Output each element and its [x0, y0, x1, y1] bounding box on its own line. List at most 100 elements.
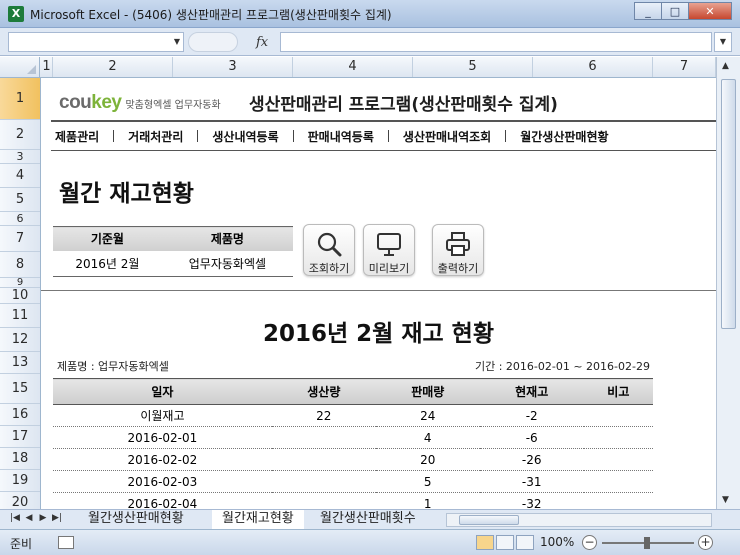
table-cell[interactable]: [583, 426, 653, 449]
row-header[interactable]: 11: [0, 304, 40, 328]
first-sheet-icon[interactable]: |◀: [8, 513, 22, 523]
column-header[interactable]: 1: [41, 57, 53, 77]
table-cell[interactable]: -32: [479, 492, 584, 509]
table-cell[interactable]: -2: [479, 404, 584, 427]
row-header[interactable]: 8: [0, 252, 40, 278]
row-header[interactable]: 2: [0, 120, 40, 150]
table-row: 2016-02-03 5 -31: [53, 470, 653, 493]
minimize-button[interactable]: _: [634, 2, 662, 20]
row-header[interactable]: 4: [0, 164, 40, 188]
scroll-down-icon[interactable]: ▼: [722, 495, 729, 505]
normal-view-button[interactable]: [476, 535, 494, 550]
search-button[interactable]: 조회하기: [303, 224, 355, 276]
row-header[interactable]: 18: [0, 448, 40, 470]
table-cell[interactable]: 2016-02-01: [53, 426, 272, 449]
row-header[interactable]: 9: [0, 277, 40, 288]
excel-app-icon[interactable]: X: [8, 6, 24, 22]
chevron-down-icon[interactable]: ▼: [174, 37, 180, 46]
preview-button[interactable]: 미리보기: [363, 224, 415, 276]
row-header[interactable]: 10: [0, 288, 40, 304]
insert-function-button[interactable]: fx: [256, 35, 268, 50]
column-header[interactable]: 3: [173, 57, 293, 77]
table-cell[interactable]: [271, 492, 376, 509]
row-header[interactable]: 13: [0, 352, 40, 374]
nav-item-clients[interactable]: 거래처관리: [124, 128, 187, 145]
scroll-up-icon[interactable]: ▲: [722, 61, 729, 71]
table-cell[interactable]: 2016-02-02: [53, 448, 272, 471]
column-header[interactable]: 6: [533, 57, 653, 77]
page-layout-view-button[interactable]: [496, 535, 514, 550]
table-cell[interactable]: [583, 492, 653, 509]
nav-item-production-entry[interactable]: 생산내역등록: [208, 128, 282, 145]
nav-item-products[interactable]: 제품관리: [51, 128, 103, 145]
sheet-tab-monthly-inventory[interactable]: 월간재고현황: [212, 510, 304, 529]
row-header[interactable]: 15: [0, 374, 40, 404]
macro-record-icon[interactable]: [58, 536, 74, 549]
table-cell[interactable]: -31: [479, 470, 584, 493]
table-cell[interactable]: [271, 470, 376, 493]
table-cell[interactable]: [583, 470, 653, 493]
zoom-out-button[interactable]: −: [582, 535, 597, 550]
table-cell[interactable]: 4: [375, 426, 480, 449]
table-cell[interactable]: [583, 404, 653, 427]
nav-item-history-search[interactable]: 생산판매내역조회: [399, 128, 495, 145]
row-header[interactable]: 3: [0, 150, 40, 164]
table-cell[interactable]: -26: [479, 448, 584, 471]
sheet-tab-monthly-counts[interactable]: 월간생산판매횟수: [310, 510, 440, 529]
table-cell[interactable]: 24: [375, 404, 480, 427]
page-break-view-button[interactable]: [516, 535, 534, 550]
table-cell[interactable]: -6: [479, 426, 584, 449]
table-cell[interactable]: [583, 448, 653, 471]
row-header[interactable]: 1: [0, 78, 40, 120]
vertical-scroll-thumb[interactable]: [721, 79, 736, 329]
close-button[interactable]: ✕: [688, 2, 732, 20]
zoom-level[interactable]: 100%: [540, 535, 574, 549]
zoom-slider-thumb[interactable]: [644, 537, 650, 549]
formula-input[interactable]: [280, 32, 712, 52]
formula-controls[interactable]: [188, 32, 238, 52]
table-cell[interactable]: 1: [375, 492, 480, 509]
column-header[interactable]: 5: [413, 57, 533, 77]
row-header[interactable]: 17: [0, 426, 40, 448]
zoom-slider[interactable]: [602, 537, 694, 549]
maximize-button[interactable]: □: [661, 2, 689, 20]
row-header[interactable]: 5: [0, 188, 40, 212]
prev-sheet-icon[interactable]: ◀: [22, 513, 36, 523]
column-header[interactable]: 2: [53, 57, 173, 77]
worksheet[interactable]: coukey 맞춤형엑셀 업무자동화 생산판매관리 프로그램(생산판매횟수 집계…: [41, 78, 716, 509]
name-box[interactable]: ▼: [8, 32, 184, 52]
row-header[interactable]: 6: [0, 212, 40, 226]
table-cell[interactable]: 이월재고: [53, 404, 272, 427]
report-product: 제품명 : 업무자동화엑셀: [57, 360, 169, 373]
table-row: 2016-02-04 1 -32: [53, 492, 653, 509]
next-sheet-icon[interactable]: ▶: [36, 513, 50, 523]
row-header[interactable]: 12: [0, 328, 40, 352]
table-cell[interactable]: 5: [375, 470, 480, 493]
row-header[interactable]: 7: [0, 226, 40, 252]
vertical-scrollbar[interactable]: ▲ ▼: [716, 57, 740, 509]
column-header[interactable]: 7: [653, 57, 716, 77]
horizontal-scrollbar[interactable]: [446, 513, 712, 527]
sheet-tab-monthly-production-sales[interactable]: 월간생산판매현황: [78, 510, 194, 529]
product-select[interactable]: 업무자동화엑셀: [161, 250, 293, 277]
table-cell[interactable]: 22: [271, 404, 376, 427]
nav-item-monthly-status[interactable]: 월간생산판매현황: [516, 128, 612, 145]
month-select[interactable]: 2016년 2월: [53, 250, 162, 277]
table-cell[interactable]: [271, 448, 376, 471]
nav-item-sales-entry[interactable]: 판매내역등록: [304, 128, 378, 145]
row-header[interactable]: 16: [0, 404, 40, 426]
table-cell[interactable]: [271, 426, 376, 449]
print-button[interactable]: 출력하기: [432, 224, 484, 276]
expand-formula-bar-button[interactable]: ▼: [714, 32, 732, 52]
zoom-in-button[interactable]: +: [698, 535, 713, 550]
row-header[interactable]: 19: [0, 470, 40, 492]
last-sheet-icon[interactable]: ▶|: [50, 513, 64, 523]
horizontal-scroll-thumb[interactable]: [459, 515, 519, 525]
table-cell[interactable]: 20: [375, 448, 480, 471]
table-header-row: 일자 생산량 판매량 현재고 비고: [53, 378, 653, 405]
row-header[interactable]: 20: [0, 492, 40, 509]
column-header[interactable]: 4: [293, 57, 413, 77]
table-cell[interactable]: 2016-02-04: [53, 492, 272, 509]
select-all-button[interactable]: [0, 57, 40, 77]
table-cell[interactable]: 2016-02-03: [53, 470, 272, 493]
